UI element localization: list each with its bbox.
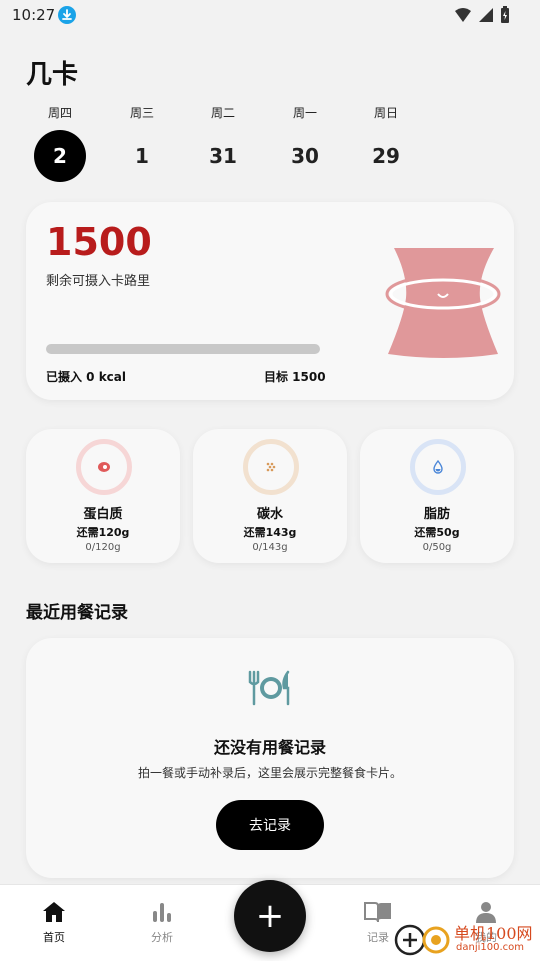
- date-weekday: 周四: [47, 106, 72, 120]
- date-item-tue[interactable]: 周二 31: [181, 104, 265, 168]
- macro-card-fat[interactable]: 脂肪 还需50g 0/50g: [360, 429, 514, 563]
- date-weekday: 周一: [292, 106, 317, 120]
- date-day: 31: [209, 144, 237, 168]
- date-day: 1: [135, 144, 149, 168]
- macro-name: 碳水: [256, 507, 283, 522]
- home-icon: [43, 902, 65, 922]
- nav-item-analysis[interactable]: 分析: [132, 901, 192, 945]
- intake-label: 已摄入 0 kcal: [46, 370, 127, 384]
- go-record-button[interactable]: 去记录: [216, 800, 324, 850]
- macro-card-protein[interactable]: 蛋白质 还需120g 0/120g: [26, 429, 180, 563]
- remaining-calories: 1500: [46, 220, 152, 264]
- nav-label: 首页: [43, 931, 65, 944]
- empty-title: 还没有用餐记录: [213, 738, 326, 757]
- meat-icon: [98, 462, 110, 472]
- book-icon: [364, 902, 391, 923]
- droplet-icon: [433, 459, 443, 474]
- status-time: 10:27: [12, 6, 56, 24]
- carbs-ring: [243, 439, 299, 495]
- watermark-text: 单机100网: [454, 924, 533, 943]
- date-item-thu[interactable]: 周四 2: [18, 104, 102, 182]
- protein-ring: [76, 439, 132, 495]
- signal-icon: [479, 8, 493, 22]
- status-bar: 10:27: [0, 0, 540, 32]
- fat-ring: [410, 439, 466, 495]
- empty-meals-card: 还没有用餐记录 拍一餐或手动补录后，这里会展示完整餐食卡片。 去记录: [26, 638, 514, 878]
- nav-label: 分析: [151, 931, 173, 944]
- empty-description: 拍一餐或手动补录后，这里会展示完整餐食卡片。: [137, 766, 402, 780]
- macro-progress: 0/50g: [422, 542, 452, 553]
- macro-need: 还需120g: [76, 526, 130, 539]
- date-day: 2: [34, 130, 86, 182]
- macro-progress: 0/120g: [85, 542, 121, 553]
- app-title: 几卡: [26, 60, 79, 90]
- calorie-card[interactable]: 1500 剩余可摄入卡路里 已摄入 0 kcal 目标 1500: [26, 202, 514, 400]
- date-day: 30: [291, 144, 319, 168]
- date-day: 29: [372, 144, 400, 168]
- download-icon: [58, 6, 76, 24]
- wifi-icon: [455, 8, 471, 22]
- date-weekday: 周日: [373, 106, 398, 120]
- date-weekday: 周二: [210, 106, 235, 120]
- battery-icon: [501, 6, 509, 23]
- watermark-logo: [394, 924, 450, 956]
- target-label: 目标 1500: [264, 370, 326, 384]
- grain-icon: [266, 462, 276, 472]
- nav-item-home[interactable]: 首页: [24, 901, 84, 945]
- plate-icon: [248, 670, 290, 706]
- date-weekday: 周三: [129, 106, 154, 120]
- date-item-mon[interactable]: 周一 30: [263, 104, 347, 168]
- macro-need: 还需143g: [243, 526, 297, 539]
- waist-icon: [385, 248, 501, 358]
- macro-name: 脂肪: [423, 507, 450, 522]
- macro-progress: 0/143g: [252, 542, 288, 553]
- bar-chart-icon: [153, 903, 171, 922]
- calorie-progress-bar: [46, 344, 320, 354]
- macro-name: 蛋白质: [83, 507, 123, 522]
- remaining-calories-label: 剩余可摄入卡路里: [46, 274, 151, 289]
- macro-card-carbs[interactable]: 碳水 还需143g 0/143g: [193, 429, 347, 563]
- macro-need: 还需50g: [414, 526, 460, 539]
- date-item-sun[interactable]: 周日 29: [344, 104, 428, 168]
- recent-meals-title: 最近用餐记录: [26, 603, 128, 623]
- date-item-wed[interactable]: 周三 1: [100, 104, 184, 168]
- watermark-url: danji100.com: [456, 942, 524, 953]
- add-meal-button[interactable]: +: [234, 880, 306, 952]
